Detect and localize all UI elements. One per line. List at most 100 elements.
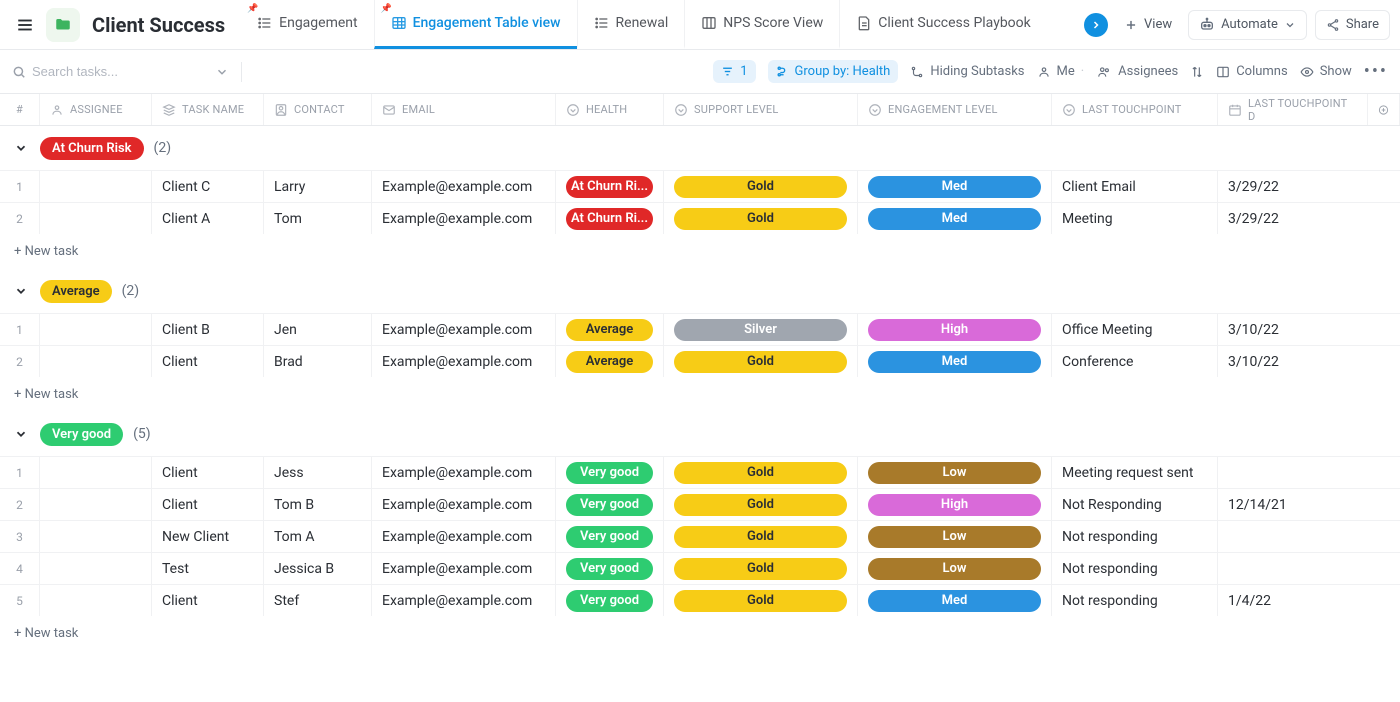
cell-engagement[interactable]: Med bbox=[858, 585, 1052, 616]
cell-engagement[interactable]: High bbox=[858, 314, 1052, 345]
cell-contact[interactable]: Tom A bbox=[264, 521, 372, 552]
cell-task[interactable]: Client B bbox=[152, 314, 264, 345]
cell-health[interactable]: Very good bbox=[556, 553, 664, 584]
cell-touchpoint[interactable]: Client Email bbox=[1052, 171, 1218, 202]
cell-touchpoint[interactable]: Not Responding bbox=[1052, 489, 1218, 520]
cell-assignee[interactable] bbox=[40, 553, 152, 584]
cell-touchpoint[interactable]: Meeting request sent bbox=[1052, 457, 1218, 488]
cell-task[interactable]: Client bbox=[152, 489, 264, 520]
carousel-next-button[interactable] bbox=[1084, 13, 1108, 37]
cell-support[interactable]: Gold bbox=[664, 489, 858, 520]
cell-touchpoint[interactable]: Not responding bbox=[1052, 585, 1218, 616]
more-button[interactable]: ••• bbox=[1364, 61, 1388, 82]
add-column-button[interactable] bbox=[1368, 94, 1400, 125]
cell-date[interactable]: 3/10/22 bbox=[1218, 314, 1368, 345]
col-engagement[interactable]: ENGAGEMENT LEVEL bbox=[858, 94, 1052, 125]
chevron-down-icon[interactable] bbox=[215, 65, 229, 79]
cell-contact[interactable]: Stef bbox=[264, 585, 372, 616]
new-task-button[interactable]: + New task bbox=[0, 234, 1400, 269]
cell-task[interactable]: Client bbox=[152, 346, 264, 377]
table-row[interactable]: 2Client ATomExample@example.comAt Churn … bbox=[0, 202, 1400, 234]
col-support[interactable]: SUPPORT LEVEL bbox=[664, 94, 858, 125]
tab-engagement-table-view[interactable]: 📌Engagement Table view bbox=[374, 0, 577, 49]
cell-support[interactable]: Gold bbox=[664, 346, 858, 377]
cell-email[interactable]: Example@example.com bbox=[372, 203, 556, 234]
tab-engagement[interactable]: 📌Engagement bbox=[241, 0, 373, 49]
cell-contact[interactable]: Jen bbox=[264, 314, 372, 345]
columns-button[interactable]: Columns bbox=[1216, 64, 1288, 79]
cell-contact[interactable]: Brad bbox=[264, 346, 372, 377]
cell-assignee[interactable] bbox=[40, 171, 152, 202]
cell-task[interactable]: New Client bbox=[152, 521, 264, 552]
cell-support[interactable]: Silver bbox=[664, 314, 858, 345]
automate-button[interactable]: Automate bbox=[1188, 10, 1307, 40]
cell-support[interactable]: Gold bbox=[664, 203, 858, 234]
cell-health[interactable]: Very good bbox=[556, 585, 664, 616]
cell-health[interactable]: Average bbox=[556, 314, 664, 345]
share-button[interactable]: Share bbox=[1315, 10, 1390, 40]
cell-health[interactable]: At Churn Ri... bbox=[556, 171, 664, 202]
group-collapse-toggle[interactable] bbox=[12, 139, 30, 157]
col-num[interactable]: # bbox=[0, 94, 40, 125]
sort-button[interactable] bbox=[1190, 65, 1204, 79]
add-view-button[interactable]: View bbox=[1116, 10, 1180, 40]
me-filter[interactable]: Me · bbox=[1037, 64, 1085, 79]
search-input[interactable] bbox=[32, 64, 209, 79]
table-row[interactable]: 3New ClientTom AExample@example.comVery … bbox=[0, 520, 1400, 552]
table-row[interactable]: 2ClientBradExample@example.comAverageGol… bbox=[0, 345, 1400, 377]
new-task-button[interactable]: + New task bbox=[0, 377, 1400, 412]
menu-button[interactable] bbox=[10, 10, 40, 40]
group-pill[interactable]: Average bbox=[40, 280, 112, 303]
group-pill[interactable]: Very good bbox=[40, 423, 123, 446]
cell-health[interactable]: Very good bbox=[556, 521, 664, 552]
cell-task[interactable]: Client bbox=[152, 457, 264, 488]
cell-health[interactable]: At Churn Ri... bbox=[556, 203, 664, 234]
cell-health[interactable]: Average bbox=[556, 346, 664, 377]
cell-date[interactable]: 3/10/22 bbox=[1218, 346, 1368, 377]
filter-chip[interactable]: 1 bbox=[713, 60, 755, 83]
cell-support[interactable]: Gold bbox=[664, 521, 858, 552]
cell-engagement[interactable]: Med bbox=[858, 346, 1052, 377]
table-row[interactable]: 2ClientTom BExample@example.comVery good… bbox=[0, 488, 1400, 520]
cell-contact[interactable]: Jess bbox=[264, 457, 372, 488]
cell-assignee[interactable] bbox=[40, 314, 152, 345]
cell-touchpoint[interactable]: Office Meeting bbox=[1052, 314, 1218, 345]
col-health[interactable]: HEALTH bbox=[556, 94, 664, 125]
cell-health[interactable]: Very good bbox=[556, 457, 664, 488]
cell-email[interactable]: Example@example.com bbox=[372, 346, 556, 377]
cell-email[interactable]: Example@example.com bbox=[372, 553, 556, 584]
cell-date[interactable]: 1/4/22 bbox=[1218, 585, 1368, 616]
cell-engagement[interactable]: Med bbox=[858, 171, 1052, 202]
cell-date[interactable] bbox=[1218, 457, 1368, 488]
cell-touchpoint[interactable]: Not responding bbox=[1052, 553, 1218, 584]
cell-engagement[interactable]: Low bbox=[858, 553, 1052, 584]
group-pill[interactable]: At Churn Risk bbox=[40, 137, 144, 160]
cell-engagement[interactable]: High bbox=[858, 489, 1052, 520]
cell-engagement[interactable]: Low bbox=[858, 457, 1052, 488]
col-touch[interactable]: LAST TOUCHPOINT bbox=[1052, 94, 1218, 125]
cell-engagement[interactable]: Low bbox=[858, 521, 1052, 552]
table-row[interactable]: 1Client CLarryExample@example.comAt Chur… bbox=[0, 170, 1400, 202]
cell-date[interactable]: 3/29/22 bbox=[1218, 171, 1368, 202]
col-task[interactable]: TASK NAME bbox=[152, 94, 264, 125]
cell-email[interactable]: Example@example.com bbox=[372, 314, 556, 345]
cell-support[interactable]: Gold bbox=[664, 553, 858, 584]
cell-email[interactable]: Example@example.com bbox=[372, 457, 556, 488]
cell-contact[interactable]: Larry bbox=[264, 171, 372, 202]
col-date[interactable]: LAST TOUCHPOINT D bbox=[1218, 94, 1368, 125]
show-button[interactable]: Show bbox=[1300, 64, 1352, 79]
cell-date[interactable]: 3/29/22 bbox=[1218, 203, 1368, 234]
cell-task[interactable]: Test bbox=[152, 553, 264, 584]
cell-date[interactable] bbox=[1218, 553, 1368, 584]
cell-email[interactable]: Example@example.com bbox=[372, 489, 556, 520]
cell-email[interactable]: Example@example.com bbox=[372, 171, 556, 202]
cell-engagement[interactable]: Med bbox=[858, 203, 1052, 234]
col-assignee[interactable]: ASSIGNEE bbox=[40, 94, 152, 125]
subtasks-toggle[interactable]: Hiding Subtasks bbox=[910, 64, 1024, 79]
cell-assignee[interactable] bbox=[40, 585, 152, 616]
new-task-button[interactable]: + New task bbox=[0, 616, 1400, 651]
cell-task[interactable]: Client C bbox=[152, 171, 264, 202]
cell-date[interactable]: 12/14/21 bbox=[1218, 489, 1368, 520]
cell-support[interactable]: Gold bbox=[664, 171, 858, 202]
cell-task[interactable]: Client A bbox=[152, 203, 264, 234]
